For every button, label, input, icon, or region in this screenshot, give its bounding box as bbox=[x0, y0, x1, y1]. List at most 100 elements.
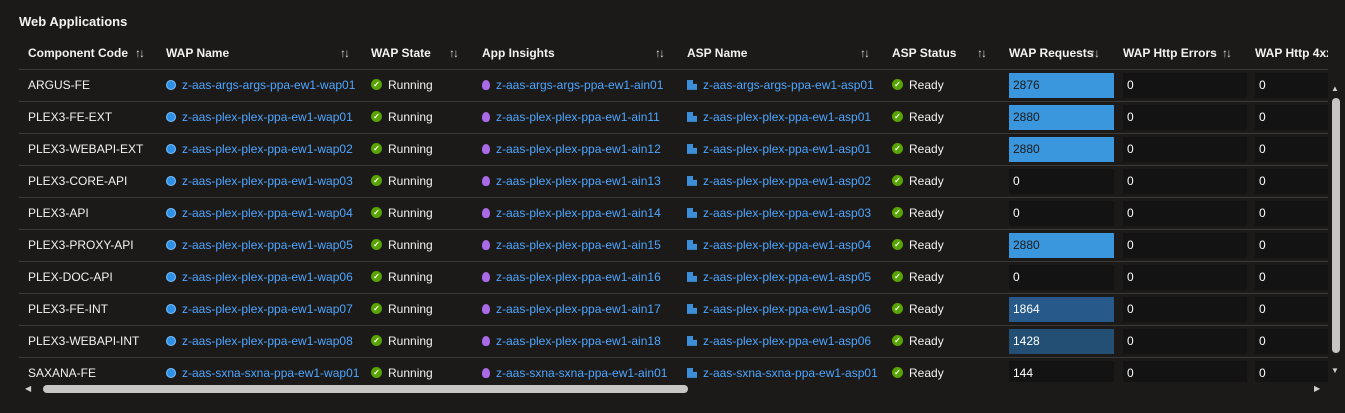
app-insights-name: z-aas-plex-plex-ppa-ew1-ain14 bbox=[496, 206, 661, 220]
table-row: PLEX3-API z-aas-plex-plex-ppa-ew1-wap04 … bbox=[19, 197, 1328, 229]
check-circle-icon: ✓ bbox=[892, 79, 903, 91]
http-errors-value: 0 bbox=[1127, 302, 1134, 316]
asp-name-link[interactable]: z-aas-plex-plex-ppa-ew1-asp05 bbox=[687, 262, 871, 293]
app-insights-name: z-aas-plex-plex-ppa-ew1-ain18 bbox=[496, 334, 661, 348]
wap-state-label: Running bbox=[388, 174, 433, 188]
scroll-right-icon[interactable]: ▶ bbox=[1314, 384, 1320, 393]
col-header-component-code[interactable]: Component Code bbox=[28, 37, 128, 69]
vertical-scroll-thumb[interactable] bbox=[1332, 98, 1340, 353]
app-insights-link[interactable]: z-aas-plex-plex-ppa-ew1-ain15 bbox=[482, 230, 661, 261]
asp-status: ✓ Ready bbox=[892, 198, 944, 229]
wap-state-label: Running bbox=[388, 366, 433, 380]
wap-state-label: Running bbox=[388, 110, 433, 124]
app-insights-link[interactable]: z-aas-plex-plex-ppa-ew1-ain17 bbox=[482, 294, 661, 325]
wap-name-link[interactable]: z-aas-plex-plex-ppa-ew1-wap07 bbox=[166, 294, 353, 325]
check-circle-icon: ✓ bbox=[371, 79, 382, 91]
app-insights-link[interactable]: z-aas-plex-plex-ppa-ew1-ain13 bbox=[482, 166, 661, 197]
sort-icon-asp-status[interactable]: ↑↓ bbox=[977, 46, 987, 60]
asp-name-link[interactable]: z-aas-plex-plex-ppa-ew1-asp01 bbox=[687, 102, 871, 133]
asp-name-link[interactable]: z-aas-plex-plex-ppa-ew1-asp01 bbox=[687, 134, 871, 165]
col-header-wap-name[interactable]: WAP Name bbox=[166, 37, 229, 69]
col-header-asp-name[interactable]: ASP Name bbox=[687, 37, 747, 69]
wap-name-link[interactable]: z-aas-plex-plex-ppa-ew1-wap01 bbox=[166, 102, 353, 133]
asp-status: ✓ Ready bbox=[892, 262, 944, 293]
asp-status: ✓ Ready bbox=[892, 230, 944, 261]
wap-state: ✓ Running bbox=[371, 262, 433, 293]
asp-status-label: Ready bbox=[909, 142, 944, 156]
col-header-asp-status[interactable]: ASP Status bbox=[892, 37, 956, 69]
app-insights-link[interactable]: z-aas-plex-plex-ppa-ew1-ain12 bbox=[482, 134, 661, 165]
http-errors-cell: 0 bbox=[1123, 265, 1247, 290]
asp-status: ✓ Ready bbox=[892, 102, 944, 133]
sort-icon-wap-http-errors[interactable]: ↑↓ bbox=[1222, 46, 1232, 60]
http-errors-cell: 0 bbox=[1123, 233, 1247, 258]
table-row: PLEX3-FE-EXT z-aas-plex-plex-ppa-ew1-wap… bbox=[19, 101, 1328, 133]
check-circle-icon: ✓ bbox=[892, 143, 903, 155]
app-service-plan-icon bbox=[687, 367, 697, 378]
asp-status: ✓ Ready bbox=[892, 70, 944, 101]
app-insights-link[interactable]: z-aas-plex-plex-ppa-ew1-ain14 bbox=[482, 198, 661, 229]
wap-name-link[interactable]: z-aas-plex-plex-ppa-ew1-wap08 bbox=[166, 326, 353, 357]
app-insights-name: z-aas-sxna-sxna-ppa-ew1-ain01 bbox=[496, 366, 668, 380]
scroll-down-icon[interactable]: ▼ bbox=[1331, 366, 1339, 375]
sort-icon-wap-name[interactable]: ↑↓ bbox=[340, 46, 350, 60]
wap-name-link[interactable]: z-aas-sxna-sxna-ppa-ew1-wap01 bbox=[166, 358, 359, 382]
app-service-plan-icon bbox=[687, 271, 697, 282]
sort-icon-wap-state[interactable]: ↑↓ bbox=[449, 46, 459, 60]
table-row: PLEX-DOC-API z-aas-plex-plex-ppa-ew1-wap… bbox=[19, 261, 1328, 293]
asp-name-link[interactable]: z-aas-args-args-ppa-ew1-asp01 bbox=[687, 70, 874, 101]
wap-name-link[interactable]: z-aas-plex-plex-ppa-ew1-wap04 bbox=[166, 198, 353, 229]
scroll-up-icon[interactable]: ▲ bbox=[1331, 84, 1339, 93]
horizontal-scroll-thumb[interactable] bbox=[43, 385, 688, 393]
sort-icon-asp-name[interactable]: ↑↓ bbox=[860, 46, 870, 60]
app-insights-link[interactable]: z-aas-plex-plex-ppa-ew1-ain18 bbox=[482, 326, 661, 357]
web-app-icon bbox=[166, 79, 176, 90]
col-header-wap-http-4xx[interactable]: WAP Http 4xx bbox=[1255, 37, 1328, 69]
app-insights-link[interactable]: z-aas-plex-plex-ppa-ew1-ain11 bbox=[482, 102, 660, 133]
asp-name-link[interactable]: z-aas-plex-plex-ppa-ew1-asp06 bbox=[687, 294, 871, 325]
sort-icon-app-insights[interactable]: ↑↓ bbox=[655, 46, 665, 60]
http-errors-cell: 0 bbox=[1123, 201, 1247, 226]
col-header-app-insights[interactable]: App Insights bbox=[482, 37, 555, 69]
check-circle-icon: ✓ bbox=[892, 271, 903, 283]
sort-icon-component-code[interactable]: ↑↓ bbox=[135, 46, 145, 60]
app-insights-name: z-aas-plex-plex-ppa-ew1-ain13 bbox=[496, 174, 661, 188]
app-insights-link[interactable]: z-aas-plex-plex-ppa-ew1-ain16 bbox=[482, 262, 661, 293]
asp-name: z-aas-plex-plex-ppa-ew1-asp01 bbox=[703, 142, 872, 156]
app-service-plan-icon bbox=[687, 303, 697, 314]
lightbulb-icon bbox=[482, 111, 490, 122]
wap-name-link[interactable]: z-aas-plex-plex-ppa-ew1-wap06 bbox=[166, 262, 353, 293]
wap-name: z-aas-plex-plex-ppa-ew1-wap08 bbox=[182, 334, 353, 348]
horizontal-scrollbar[interactable]: ◀ ▶ bbox=[19, 382, 1328, 396]
scroll-left-icon[interactable]: ◀ bbox=[25, 384, 31, 393]
requests-bar: 1864 bbox=[1009, 297, 1114, 322]
asp-name-link[interactable]: z-aas-plex-plex-ppa-ew1-asp02 bbox=[687, 166, 871, 197]
wap-name: z-aas-plex-plex-ppa-ew1-wap07 bbox=[182, 302, 353, 316]
wap-name-link[interactable]: z-aas-plex-plex-ppa-ew1-wap05 bbox=[166, 230, 353, 261]
asp-name-link[interactable]: z-aas-plex-plex-ppa-ew1-asp04 bbox=[687, 230, 871, 261]
app-insights-link[interactable]: z-aas-sxna-sxna-ppa-ew1-ain01 bbox=[482, 358, 667, 382]
wap-state: ✓ Running bbox=[371, 166, 433, 197]
col-header-wap-http-errors[interactable]: WAP Http Errors bbox=[1123, 37, 1217, 69]
wap-state-label: Running bbox=[388, 302, 433, 316]
wap-name-link[interactable]: z-aas-plex-plex-ppa-ew1-wap03 bbox=[166, 166, 353, 197]
wap-state: ✓ Running bbox=[371, 358, 433, 382]
http-4xx-cell: 0 bbox=[1255, 105, 1328, 130]
vertical-scrollbar[interactable]: ▲ ▼ bbox=[1328, 84, 1343, 380]
wap-name-link[interactable]: z-aas-plex-plex-ppa-ew1-wap02 bbox=[166, 134, 353, 165]
web-app-icon bbox=[166, 111, 176, 122]
asp-name-link[interactable]: z-aas-plex-plex-ppa-ew1-asp03 bbox=[687, 198, 871, 229]
check-circle-icon: ✓ bbox=[892, 239, 903, 251]
col-header-wap-state[interactable]: WAP State bbox=[371, 37, 431, 69]
wap-name: z-aas-args-args-ppa-ew1-wap01 bbox=[182, 78, 356, 92]
col-header-wap-requests[interactable]: WAP Requests bbox=[1009, 37, 1093, 69]
asp-name-link[interactable]: z-aas-plex-plex-ppa-ew1-asp06 bbox=[687, 326, 871, 357]
asp-name-link[interactable]: z-aas-sxna-sxna-ppa-ew1-asp01 bbox=[687, 358, 878, 382]
http-4xx-value: 0 bbox=[1259, 238, 1266, 252]
wap-state-label: Running bbox=[388, 206, 433, 220]
requests-value: 2880 bbox=[1013, 110, 1040, 124]
sort-icon-wap-requests[interactable]: ↑↓ bbox=[1090, 46, 1100, 60]
app-insights-link[interactable]: z-aas-args-args-ppa-ew1-ain01 bbox=[482, 70, 663, 101]
wap-name-link[interactable]: z-aas-args-args-ppa-ew1-wap01 bbox=[166, 70, 355, 101]
requests-bar: 0 bbox=[1009, 169, 1114, 194]
